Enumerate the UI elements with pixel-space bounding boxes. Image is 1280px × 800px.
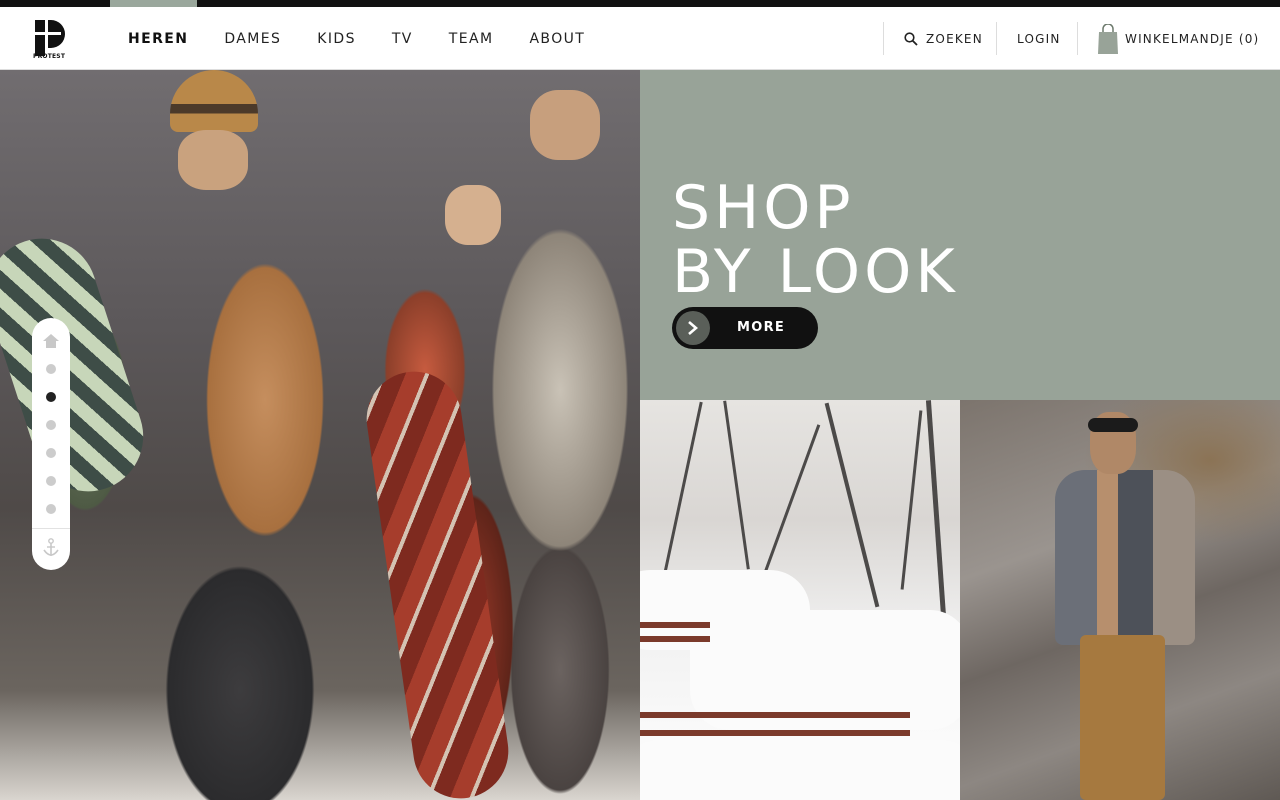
login-label: LOGIN [1017,31,1061,46]
search-label: ZOEKEN [926,31,983,46]
bench-slat [640,712,910,718]
section-dot[interactable] [46,504,56,514]
header-divider [883,22,884,55]
login-link[interactable]: LOGIN [1017,22,1061,55]
title-line-2: BY LOOK [672,237,959,307]
bench-slat [640,636,710,642]
model-face [530,90,600,160]
brand-logo-text: PROTEST [33,53,66,60]
tree-branch [900,410,923,590]
beanie-graphic [170,70,258,132]
title-line-1: SHOP [672,173,855,243]
more-button-circle [676,311,710,345]
search-icon [904,31,918,46]
cart-button[interactable]: WINKELMANDJE (0) [1097,22,1259,55]
bench-slat [640,622,710,628]
section-dot[interactable] [46,476,56,486]
rider-jacket [1055,470,1195,645]
section-dot-active[interactable] [46,392,56,402]
nav-item-team[interactable]: TEAM [449,31,494,47]
nav-item-tv[interactable]: TV [392,31,413,47]
tree-branch [660,401,703,589]
model-face [178,130,248,190]
tree-branch [824,402,880,608]
section-dot[interactable] [46,448,56,458]
search-button[interactable]: ZOEKEN [904,22,983,55]
nav-item-heren[interactable]: HEREN [128,31,188,47]
more-button-label: MORE [737,320,786,335]
main-nav: HEREN DAMES KIDS TV TEAM ABOUT [128,7,621,70]
header-divider [996,22,997,55]
model-face [445,185,501,245]
bench-slat [640,730,910,736]
active-section-marker [110,0,197,7]
nav-item-about[interactable]: ABOUT [529,31,585,47]
snowboard-graphic [360,365,515,800]
rider-goggles [1088,418,1138,432]
tree-branch [762,424,821,576]
chevron-right-icon [688,321,698,335]
nav-item-kids[interactable]: KIDS [317,31,356,47]
cart-label: WINKELMANDJE (0) [1125,31,1260,46]
more-button[interactable]: MORE [672,307,818,349]
shop-by-look-title: SHOP BY LOOK [672,176,959,304]
section-dot[interactable] [46,364,56,374]
section-dot[interactable] [46,420,56,430]
shopping-bag-icon [1098,23,1118,54]
snow-mound [640,740,960,800]
snow-scene-tile[interactable] [640,400,960,800]
rider-pants [1080,635,1165,800]
nav-item-dames[interactable]: DAMES [224,31,281,47]
home-icon[interactable] [42,333,60,349]
dot-nav-divider [32,528,70,529]
top-strip [0,0,1280,7]
shop-by-look-panel: SHOP BY LOOK MORE [640,70,1280,400]
tree-branch [723,400,750,570]
hero-image[interactable] [0,70,640,800]
anchor-icon[interactable] [42,538,60,558]
snowboard-graphic [0,224,158,506]
header-divider [1077,22,1078,55]
site-header: PROTEST HEREN DAMES KIDS TV TEAM ABOUT Z… [0,7,1280,70]
section-dot-nav [32,318,70,570]
rider-tile[interactable] [960,400,1280,800]
